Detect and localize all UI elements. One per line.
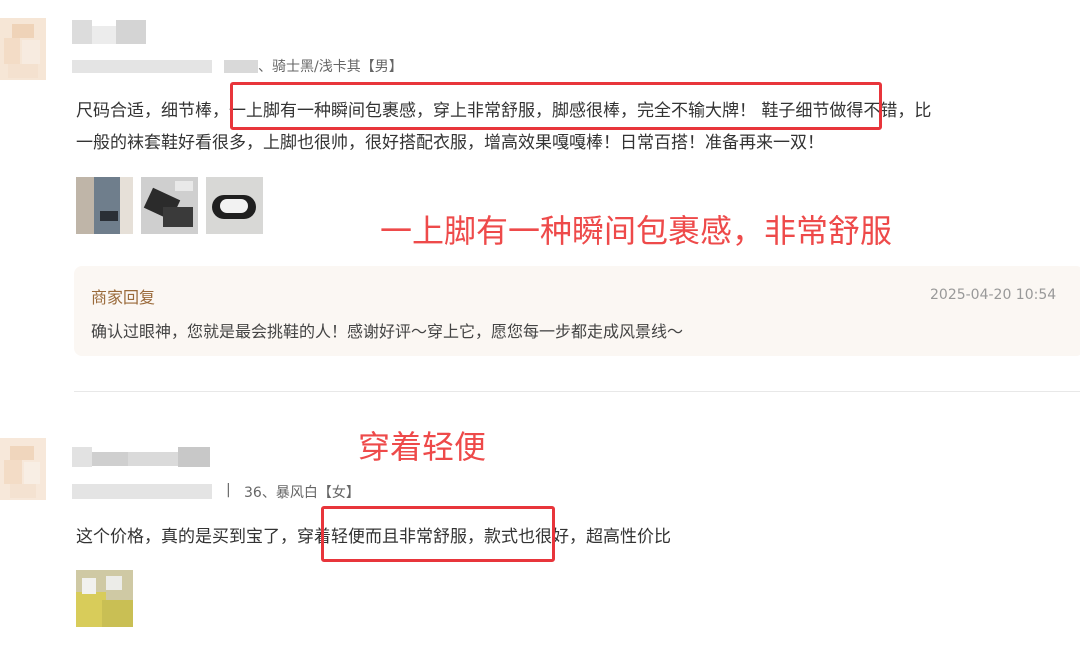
highlight-annotation: 穿着轻便 [358,428,487,466]
meta-separator: | [226,482,231,498]
avatar[interactable] [0,438,46,500]
divider [74,391,1080,392]
highlight-box [321,506,555,562]
product-variant: 、骑士黑/浅卡其【男】 [258,59,403,75]
merchant-reply-time: 2025-04-20 10:54 [930,287,1057,303]
merchant-reply: 商家回复 2025-04-20 10:54 确认过眼神，您就是最会挑鞋的人！感谢… [74,266,1080,356]
review-photo[interactable] [76,570,133,627]
product-variant: 36、暴风白【女】 [244,485,360,501]
avatar[interactable] [0,18,46,80]
review-photo[interactable] [76,177,133,234]
highlight-annotation: 一上脚有一种瞬间包裹感，非常舒服 [380,212,893,250]
review-text-line-2: 一般的袜套鞋好看很多，上脚也很帅，很好搭配衣服，增高效果嘎嘎棒！日常百搭！准备再… [76,133,824,153]
merchant-reply-text: 确认过眼神，您就是最会挑鞋的人！感谢好评～穿上它，愿您每一步都走成风景线～ [91,322,684,341]
highlight-box [230,82,882,130]
merchant-reply-title: 商家回复 [91,288,156,307]
review-photo[interactable] [206,177,263,234]
review-photo[interactable] [141,177,198,234]
